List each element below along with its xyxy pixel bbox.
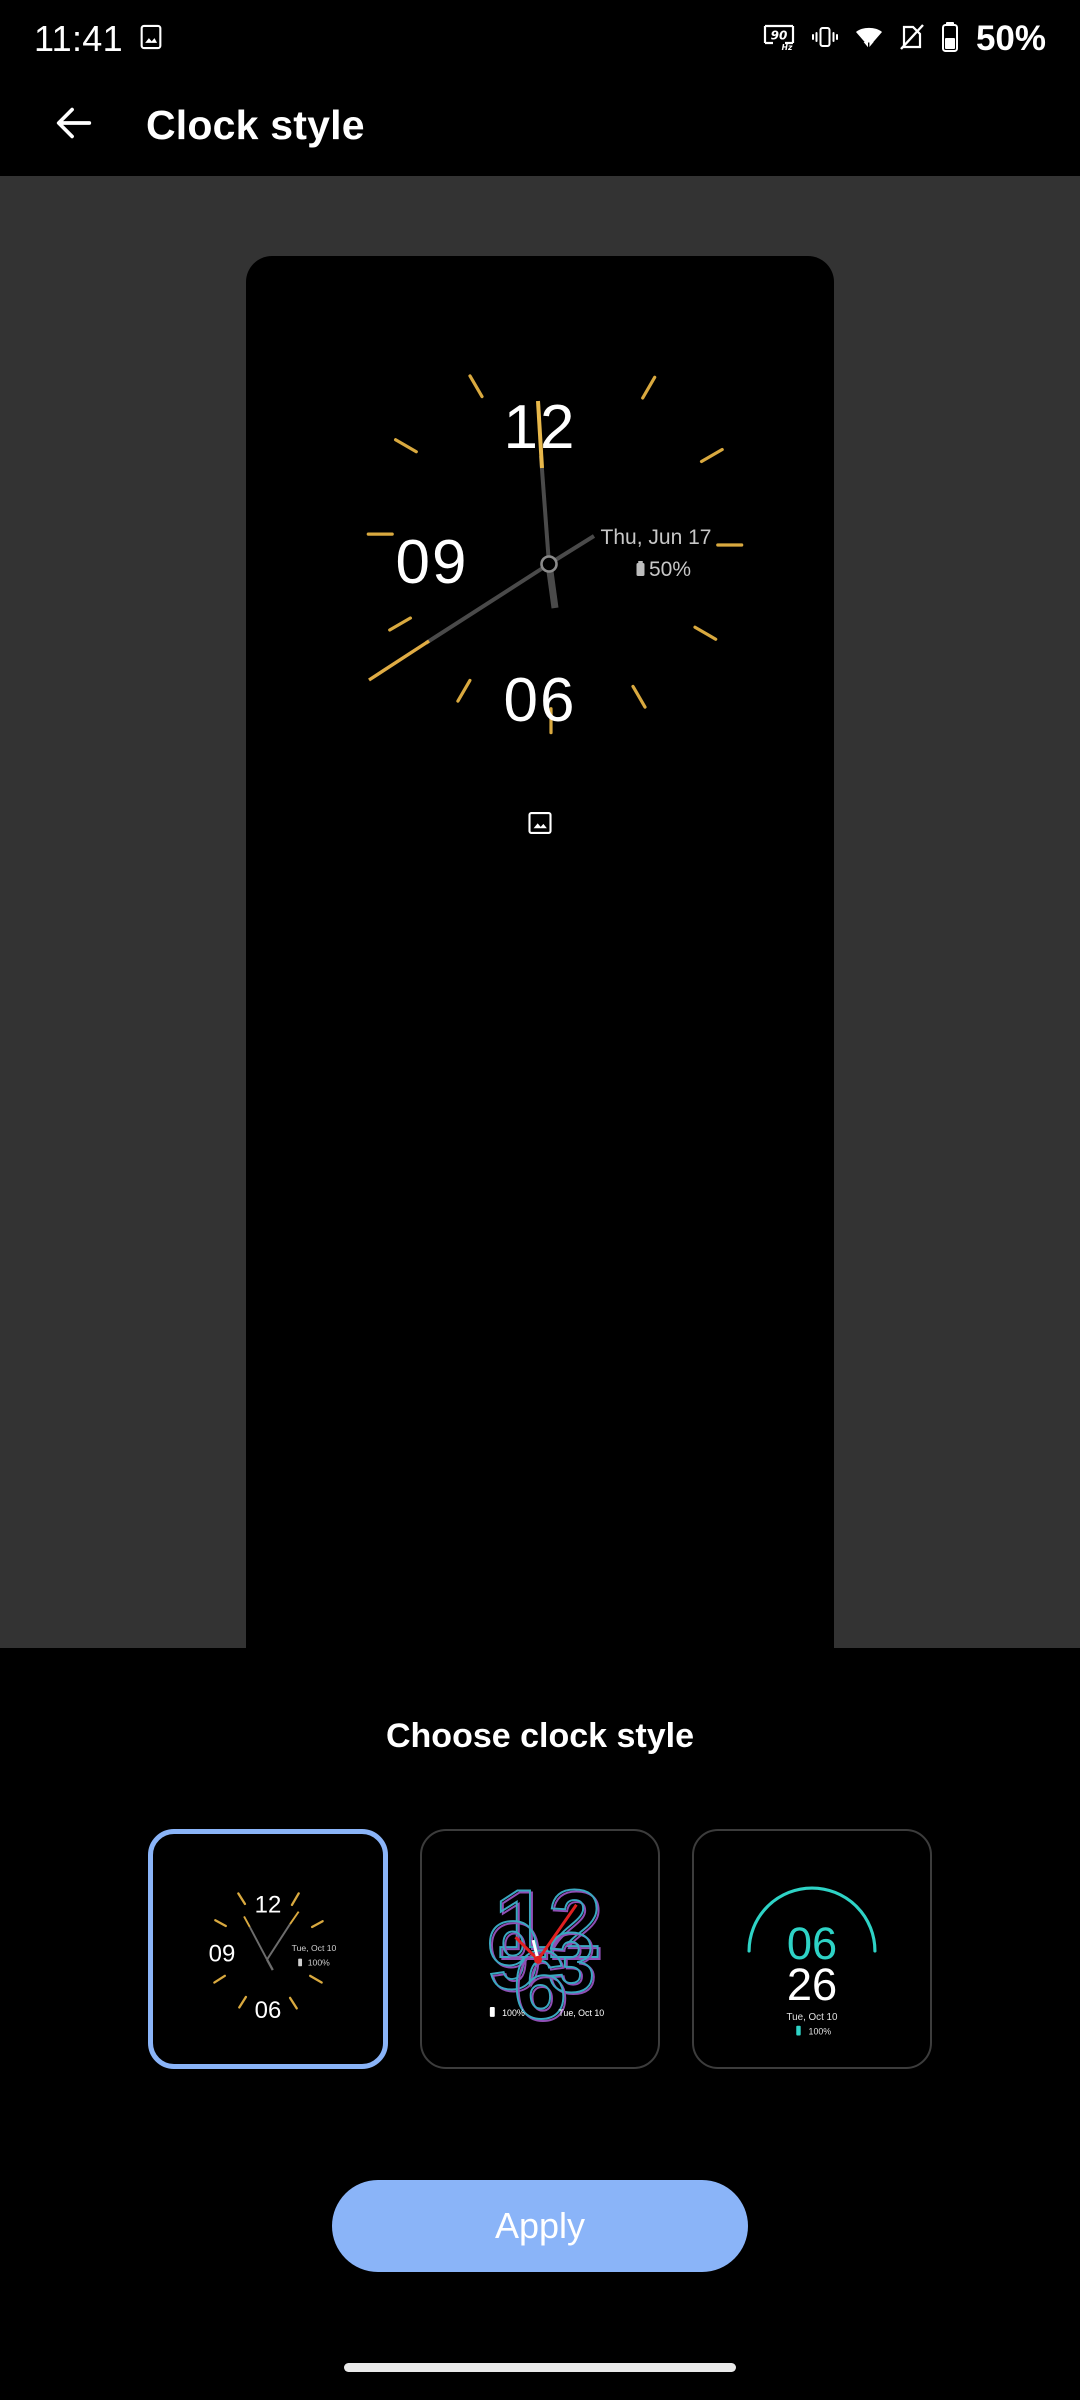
apply-button[interactable]: Apply — [332, 2180, 748, 2272]
app-header: Clock style — [0, 78, 1080, 173]
svg-text:Hz: Hz — [782, 43, 793, 52]
status-bar-left: 11:41 — [34, 18, 165, 60]
photo-icon — [137, 23, 165, 56]
svg-text:90: 90 — [771, 28, 788, 42]
svg-text:Tue, Oct 10: Tue, Oct 10 — [558, 2008, 604, 2018]
gesture-nav-pill[interactable] — [344, 2363, 736, 2372]
svg-text:26: 26 — [787, 1959, 837, 2010]
clock-center-pivot — [540, 555, 558, 573]
clock-date-label: Thu, Jun 17 — [601, 526, 712, 549]
status-bar: 11:41 90 Hz 50% — [0, 0, 1080, 78]
svg-text:Tue, Oct 10: Tue, Oct 10 — [292, 1943, 337, 1953]
back-button[interactable] — [40, 92, 108, 160]
page-title: Clock style — [146, 102, 365, 148]
svg-text:100%: 100% — [308, 1957, 330, 1967]
svg-text:09: 09 — [209, 1940, 236, 1967]
preview-area: 12 09 06 Thu, Jun 17 50% — [0, 176, 1080, 1746]
90hz-icon: 90 Hz — [762, 22, 796, 57]
status-bar-right: 90 Hz 50% — [762, 19, 1046, 59]
analog-clock-thumbnail: 12 09 06 Tue, Oct 10 100% — [209, 1892, 337, 2024]
clock-battery-complication: 50% — [636, 558, 691, 581]
arrow-back-icon — [51, 100, 97, 151]
clock-style-screen: 11:41 90 Hz 50% Clock style 12 09 06 Thu… — [0, 0, 1080, 2400]
clock-numeral-09: 09 — [396, 528, 469, 597]
clock-style-list: 12 09 06 Tue, Oct 10 100% 12 12 9 9 3 3 … — [0, 1829, 1080, 2069]
clock-numeral-06: 06 — [504, 666, 577, 735]
digital-arc-clock-thumbnail: 06 26 Tue, Oct 10 100% — [747, 1886, 877, 2037]
battery-icon — [940, 21, 960, 58]
wifi-icon — [854, 22, 884, 57]
svg-text:100%: 100% — [809, 2027, 832, 2037]
clock-style-option-digital-arc[interactable]: 06 26 Tue, Oct 10 100% — [692, 1829, 932, 2069]
svg-text:6: 6 — [513, 1932, 567, 2039]
clock-style-option-analog[interactable]: 12 09 06 Tue, Oct 10 100% — [148, 1829, 388, 2069]
clock-preview-card[interactable]: 12 09 06 Thu, Jun 17 50% — [246, 256, 834, 1746]
svg-text:06: 06 — [255, 1997, 282, 2024]
clock-style-option-outline-numbers[interactable]: 12 12 9 9 3 3 6 6 100% Tue, Oct 10 — [420, 1829, 660, 2069]
photo-icon[interactable] — [526, 809, 554, 842]
svg-text:Tue, Oct 10: Tue, Oct 10 — [787, 2012, 839, 2023]
battery-percent-label: 50% — [975, 19, 1046, 58]
svg-text:100%: 100% — [502, 2008, 525, 2018]
vibrate-icon — [810, 22, 840, 57]
choose-clock-style-label: Choose clock style — [385, 1717, 694, 1755]
svg-text:12: 12 — [255, 1892, 282, 1919]
status-bar-clock: 11:41 — [34, 18, 123, 59]
apply-button-label: Apply — [494, 2205, 586, 2246]
outline-numbers-clock-thumbnail: 12 12 9 9 3 3 6 6 100% Tue, Oct 10 — [486, 1870, 605, 2042]
no-sim-icon — [898, 22, 926, 57]
svg-text:50%: 50% — [649, 558, 691, 581]
analog-clock-face: 12 09 06 Thu, Jun 17 50% — [366, 374, 744, 735]
